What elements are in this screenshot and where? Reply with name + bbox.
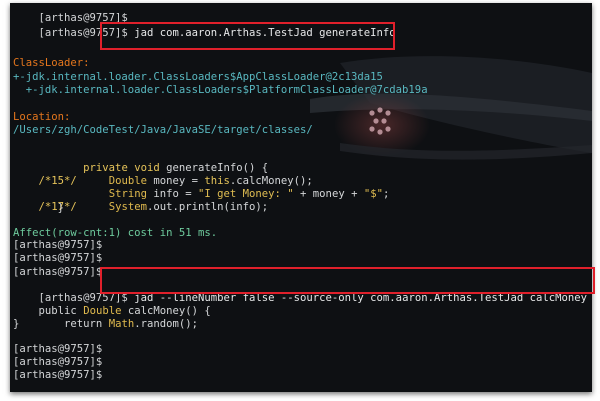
- code-line: }: [13, 202, 65, 214]
- highlight-box-command-1: [100, 22, 395, 50]
- shell-prompt: [arthas@9757]$: [13, 252, 103, 264]
- keyword: return: [64, 318, 103, 330]
- shell-prompt: [arthas@9757]$: [13, 266, 103, 278]
- classloader-app: +-jdk.internal.loader.ClassLoaders$AppCl…: [13, 71, 383, 83]
- type-name: Math: [108, 318, 135, 330]
- code-text: + money +: [293, 188, 364, 200]
- shell-prompt: [arthas@9757]$: [13, 369, 103, 381]
- terminal-line: [arthas@9757]$: [13, 3, 128, 24]
- code-text: ;: [382, 188, 390, 200]
- code-line: }: [13, 318, 20, 330]
- terminal-window[interactable]: [arthas@9757]$ [arthas@9757]$ jad com.aa…: [10, 3, 592, 392]
- code-line: private void generateInfo() {: [13, 149, 268, 174]
- location-path: /Users/zgh/CodeTest/Java/JavaSE/target/c…: [13, 124, 313, 136]
- code-line: /*17*/ System.out.println(info);: [13, 188, 269, 213]
- type-name: System: [108, 201, 147, 213]
- classloader-label: ClassLoader:: [13, 57, 90, 69]
- location-label: Location:: [13, 111, 71, 123]
- highlight-box-command-2: [100, 267, 595, 294]
- code-line: /*15*/ Double money = this.calcMoney();: [13, 162, 313, 187]
- shell-prompt: [arthas@9757]$: [13, 239, 103, 251]
- code-text: .random();: [134, 318, 198, 330]
- shell-prompt: [arthas@9757]$: [13, 356, 103, 368]
- code-text: .out.println(info);: [146, 201, 269, 213]
- string-literal: "$": [363, 188, 383, 200]
- classloader-platform: +-jdk.internal.loader.ClassLoaders$Platf…: [13, 84, 428, 96]
- shell-prompt: [arthas@9757]$: [13, 343, 103, 355]
- code-line: return Math.random();: [13, 305, 198, 330]
- code-line: String info = "I get Money: " + money + …: [13, 175, 390, 200]
